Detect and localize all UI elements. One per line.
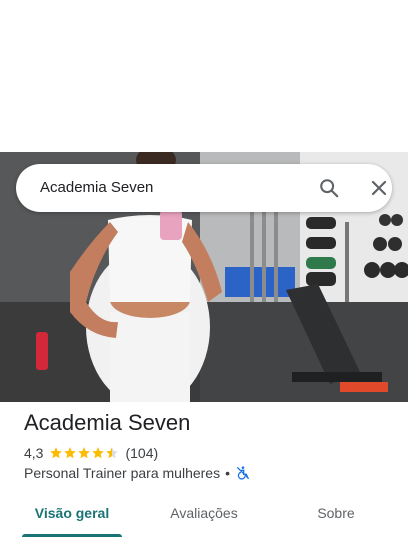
review-count[interactable]: (104)	[125, 445, 158, 461]
wheelchair-accessible-icon	[235, 465, 251, 481]
active-tab-indicator	[22, 534, 122, 537]
tab-reviews[interactable]: Avaliações	[154, 496, 254, 536]
rating-value: 4,3	[24, 445, 44, 461]
search-bar[interactable]: Academia Seven	[16, 164, 392, 212]
tab-about[interactable]: Sobre	[286, 496, 386, 536]
star-icon	[78, 447, 91, 459]
star-icon	[50, 447, 63, 459]
category-label: Personal Trainer para mulheres	[24, 465, 221, 481]
half-star-icon	[106, 447, 119, 459]
close-icon[interactable]	[369, 178, 389, 198]
place-title: Academia Seven	[24, 410, 191, 435]
star-rating	[49, 446, 119, 460]
star-icon	[64, 447, 77, 459]
tab-overview[interactable]: Visão geral	[22, 496, 122, 536]
search-input[interactable]: Academia Seven	[40, 164, 153, 212]
separator: •	[225, 465, 231, 481]
star-icon	[92, 447, 105, 459]
rating-row[interactable]: 4,3 (104)	[24, 443, 158, 463]
search-icon[interactable]	[318, 177, 340, 199]
category-row: Personal Trainer para mulheres •	[24, 463, 251, 483]
tab-bar: Visão geral Avaliações Sobre	[0, 496, 408, 540]
